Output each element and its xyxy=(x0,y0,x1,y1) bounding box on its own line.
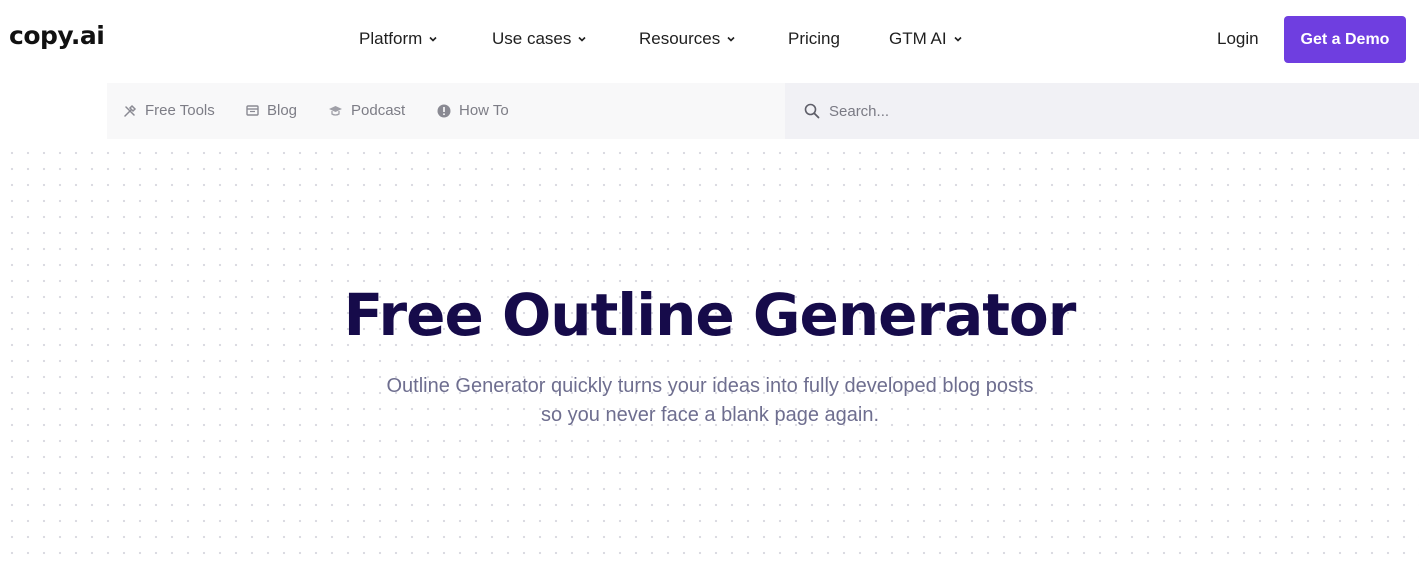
subnav-item-podcast[interactable]: Podcast xyxy=(328,102,405,119)
get-demo-button[interactable]: Get a Demo xyxy=(1284,16,1406,63)
subnav-item-label: Blog xyxy=(267,102,298,119)
chevron-down-icon xyxy=(953,34,963,44)
subnav-item-free-tools[interactable]: Free Tools xyxy=(123,102,215,119)
subtitle-line: Outline Generator quickly turns your ide… xyxy=(386,375,1034,397)
chevron-down-icon xyxy=(577,34,587,44)
login-link[interactable]: Login xyxy=(1217,29,1259,49)
search-bar xyxy=(785,83,1419,139)
nav-item-platform[interactable]: Platform xyxy=(359,29,438,49)
search-icon xyxy=(804,103,820,124)
subnav-item-label: How To xyxy=(459,102,509,119)
subnav-item-blog[interactable]: Blog xyxy=(246,102,297,119)
nav-item-pricing[interactable]: Pricing xyxy=(788,29,840,49)
main-menu: Platform Use cases Resources Pricing GTM… xyxy=(0,0,1419,80)
subnav-item-how-to[interactable]: How To xyxy=(437,102,509,119)
nav-item-gtm-ai[interactable]: GTM AI xyxy=(889,29,963,49)
nav-item-resources[interactable]: Resources xyxy=(639,29,736,49)
search-input[interactable] xyxy=(829,98,1389,124)
nav-item-use-cases[interactable]: Use cases xyxy=(492,29,587,49)
page-subtitle: Outline Generator quickly turns your ide… xyxy=(360,372,1060,430)
nav-item-label: Resources xyxy=(639,29,721,48)
tools-icon xyxy=(123,104,137,118)
hero-section: Free Outline Generator Outline Generator… xyxy=(0,139,1419,564)
subnav-item-label: Podcast xyxy=(351,102,406,119)
page-title: Free Outline Generator xyxy=(343,281,1077,349)
nav-item-label: Use cases xyxy=(492,29,572,48)
sub-nav: Free Tools Blog Podcast How To xyxy=(107,83,785,139)
nav-item-label: Platform xyxy=(359,29,423,48)
nav-item-label: GTM AI xyxy=(889,29,947,48)
subnav-item-label: Free Tools xyxy=(145,102,215,119)
subtitle-line: so you never face a blank page again. xyxy=(540,404,880,426)
top-nav: copy.ai Platform Use cases Resources Pri… xyxy=(0,0,1419,80)
info-circle-icon xyxy=(437,104,451,118)
nav-item-label: Pricing xyxy=(788,29,840,48)
chevron-down-icon xyxy=(726,34,736,44)
chevron-down-icon xyxy=(428,34,438,44)
graduation-cap-icon xyxy=(328,104,343,117)
blog-icon xyxy=(246,104,259,117)
